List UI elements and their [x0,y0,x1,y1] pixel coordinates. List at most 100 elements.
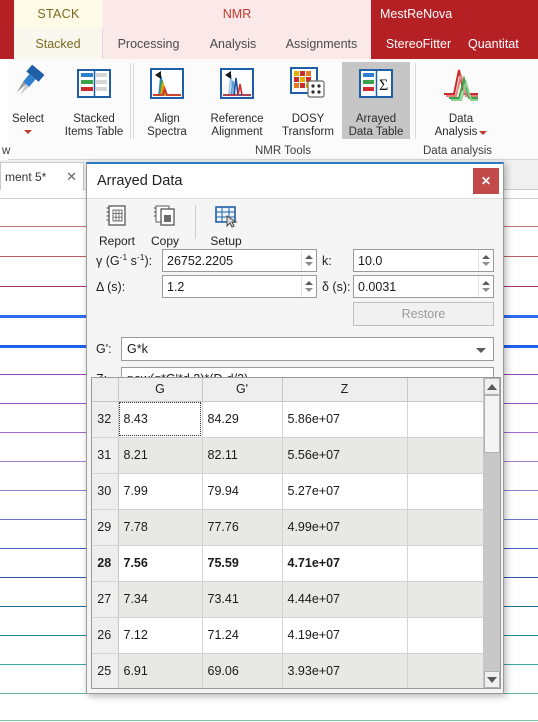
delta-lower-spinner[interactable] [478,276,493,297]
spinner-down-icon[interactable] [482,262,490,266]
cell-blank[interactable] [407,473,485,510]
restore-button[interactable]: Restore [353,302,494,326]
cell-g[interactable]: 6.91 [118,653,203,688]
table-row[interactable]: 25 6.91 69.06 3.93e+07 [92,653,485,688]
scroll-down-icon[interactable] [484,671,500,688]
cell-z[interactable]: 4.44e+07 [282,581,408,618]
row-number-cell[interactable]: 26 [92,617,119,654]
row-number-cell[interactable]: 32 [92,401,119,438]
scrollbar-track[interactable] [484,395,500,671]
delta-lower-input[interactable]: 0.0031 [353,275,494,298]
cell-blank[interactable] [407,581,485,618]
close-icon[interactable]: ✕ [66,169,77,185]
tab-stacked[interactable]: Stacked [14,28,103,59]
cell-z[interactable]: 4.71e+07 [282,545,408,582]
contextual-tab-stack[interactable]: STACK [14,0,103,28]
spinner-up-icon[interactable] [305,281,313,285]
k-input[interactable]: 10.0 [353,249,494,272]
table-row[interactable]: 26 7.12 71.24 4.19e+07 [92,617,485,654]
delta-capital-spinner[interactable] [301,276,316,297]
table-row[interactable]: 32 8.43 84.29 5.86e+07 [92,401,485,438]
spinner-down-icon[interactable] [482,288,490,292]
scrollbar-thumb[interactable] [484,395,500,453]
chevron-down-icon[interactable] [24,130,32,134]
cell-blank[interactable] [407,617,485,654]
ribbon-button-arrayed-data-table[interactable]: Σ Arrayed Data Table [342,62,410,139]
ribbon-button-dosy-transform[interactable]: DOSY Transform [276,62,340,139]
spinner-down-icon[interactable] [305,288,313,292]
close-icon[interactable]: ✕ [473,168,499,194]
cell-gprime[interactable]: 77.76 [202,509,283,546]
ribbon-button-stacked-items-table[interactable]: Stacked Items Table [60,62,128,139]
dialog-title-bar[interactable]: Arrayed Data ✕ [87,164,503,199]
tab-analysis[interactable]: Analysis [194,28,272,59]
document-tab[interactable]: ment 5* ✕ [0,162,84,190]
cell-g[interactable]: 7.99 [118,473,203,510]
ribbon-button-select[interactable]: Select [0,62,56,134]
k-spinner[interactable] [478,250,493,271]
column-header-z[interactable]: Z [282,378,408,402]
tab-quantitation[interactable]: Quantitat [466,28,538,59]
spinner-up-icon[interactable] [305,255,313,259]
chevron-down-icon[interactable] [476,348,486,353]
row-number-cell[interactable]: 27 [92,581,119,618]
cell-z[interactable]: 5.56e+07 [282,437,408,474]
ribbon-button-data-analysis[interactable]: Data Analysis [428,62,494,139]
column-header-g[interactable]: G [118,378,203,402]
cell-g[interactable]: 8.43 [118,401,203,438]
table-vertical-scrollbar[interactable] [483,378,500,688]
cell-gprime[interactable]: 73.41 [202,581,283,618]
setup-button[interactable]: Setup [202,203,250,248]
report-button[interactable]: Report [93,203,141,248]
cell-g[interactable]: 7.34 [118,581,203,618]
cell-blank[interactable] [407,401,485,438]
gamma-spinner[interactable] [301,250,316,271]
tab-assignments[interactable]: Assignments [272,28,371,59]
delta-capital-input[interactable]: 1.2 [162,275,317,298]
row-number-cell[interactable]: 31 [92,437,119,474]
row-number-cell[interactable]: 25 [92,653,119,688]
cell-g[interactable]: 8.21 [118,437,203,474]
cell-z[interactable]: 4.19e+07 [282,617,408,654]
cell-gprime[interactable]: 75.59 [202,545,283,582]
cell-g[interactable]: 7.56 [118,545,203,582]
cell-gprime[interactable]: 84.29 [202,401,283,438]
cell-blank[interactable] [407,653,485,688]
cell-gprime[interactable]: 69.06 [202,653,283,688]
cell-gprime[interactable]: 82.11 [202,437,283,474]
cell-blank[interactable] [407,509,485,546]
column-header-gprime[interactable]: G' [202,378,283,402]
scroll-up-icon[interactable] [484,378,500,395]
ribbon-button-align-spectra[interactable]: Align Spectra [136,62,198,139]
table-row[interactable]: 28 7.56 75.59 4.71e+07 [92,545,485,582]
cell-gprime[interactable]: 71.24 [202,617,283,654]
spinner-up-icon[interactable] [482,255,490,259]
copy-button[interactable]: Copy [141,203,189,248]
cell-g[interactable]: 7.12 [118,617,203,654]
cell-blank[interactable] [407,437,485,474]
cell-blank[interactable] [407,545,485,582]
table-row[interactable]: 30 7.99 79.94 5.27e+07 [92,473,485,510]
ribbon-button-reference-alignment[interactable]: Reference Alignment [200,62,274,139]
cell-z[interactable]: 5.86e+07 [282,401,408,438]
cell-z[interactable]: 3.93e+07 [282,653,408,688]
row-number-cell[interactable]: 30 [92,473,119,510]
tab-processing[interactable]: Processing [103,28,194,59]
table-row[interactable]: 31 8.21 82.11 5.56e+07 [92,437,485,474]
cell-z[interactable]: 4.99e+07 [282,509,408,546]
ribbon-button-select-label: Select [12,113,44,125]
row-number-cell[interactable]: 28 [92,545,119,582]
chevron-down-icon[interactable] [479,130,488,135]
cell-z[interactable]: 5.27e+07 [282,473,408,510]
gprime-combobox[interactable]: G*k [121,337,494,361]
table-row[interactable]: 27 7.34 73.41 4.44e+07 [92,581,485,618]
spinner-down-icon[interactable] [305,262,313,266]
tab-stereofitter[interactable]: StereoFitter [371,28,466,59]
arrayed-data-table[interactable]: G G' Z 32 8.43 84.29 5.86e+07 31 8.21 82.11 5.5… [91,377,501,689]
gamma-input[interactable]: 26752.2205 [162,249,317,272]
cell-g[interactable]: 7.78 [118,509,203,546]
row-number-cell[interactable]: 29 [92,509,119,546]
table-row[interactable]: 29 7.78 77.76 4.99e+07 [92,509,485,546]
cell-gprime[interactable]: 79.94 [202,473,283,510]
spinner-up-icon[interactable] [482,281,490,285]
